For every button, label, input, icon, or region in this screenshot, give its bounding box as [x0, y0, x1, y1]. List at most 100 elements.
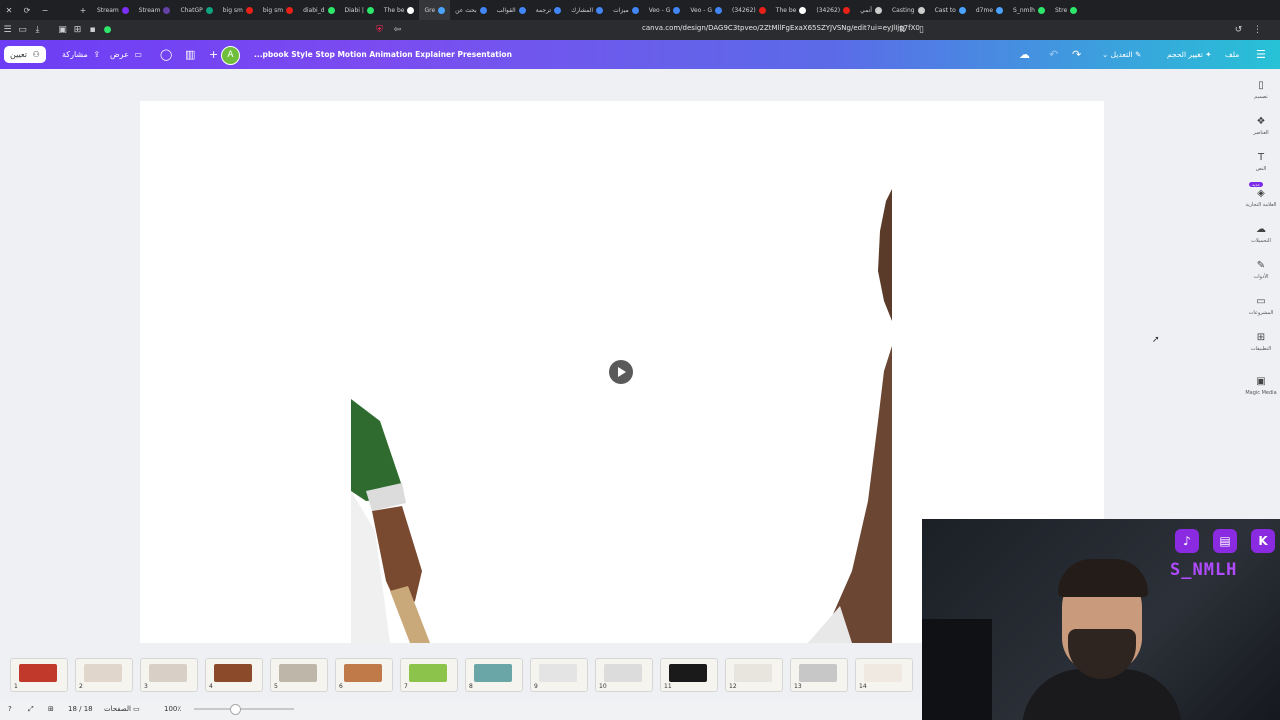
present-button[interactable]: عرض ▭: [104, 46, 148, 63]
bookmark-icon[interactable]: ▯: [914, 25, 929, 35]
fullscreen-icon[interactable]: ⤢: [28, 705, 34, 714]
browser-tab[interactable]: Stream: [92, 0, 134, 20]
thumbnail-preview: [149, 664, 187, 682]
browser-tab[interactable]: ميزات: [608, 0, 644, 20]
browser-tab[interactable]: The be: [379, 0, 420, 20]
pages-button[interactable]: الصفحات ▭: [104, 705, 140, 713]
side-panel-item[interactable]: ▯ تصميم: [1241, 80, 1280, 100]
tune-icon[interactable]: ⇅: [895, 25, 910, 35]
page-thumbnail[interactable]: 1: [10, 658, 68, 692]
page-thumbnail[interactable]: 13: [790, 658, 848, 692]
edit-mode-button[interactable]: ⌄ التعديل ✎: [1102, 50, 1141, 59]
browser-tab[interactable]: ترجمة: [531, 0, 566, 20]
sidebar-icon[interactable]: ⊞: [70, 25, 85, 35]
assign-button[interactable]: تعيين ⚇: [4, 46, 46, 63]
redo-icon[interactable]: ↷: [1072, 48, 1081, 61]
extension-icon[interactable]: ▭: [15, 25, 30, 35]
browser-tab[interactable]: The be: [771, 0, 812, 20]
share-button[interactable]: مشاركة ⇪: [56, 46, 106, 63]
thumbnail-number: 5: [274, 683, 278, 690]
side-panel-item[interactable]: ▣ Magic Media: [1241, 376, 1280, 396]
side-panel-item[interactable]: ☁ التحميلات: [1241, 224, 1280, 244]
browser-tab[interactable]: Stre: [1050, 0, 1082, 20]
hamburger-menu-icon[interactable]: ☰: [1256, 48, 1266, 61]
side-panel-item[interactable]: ✎ الأدوات: [1241, 260, 1280, 280]
browser-tab[interactable]: Casting: [887, 0, 930, 20]
back-icon[interactable]: ⇦: [390, 25, 405, 35]
side-panel-item[interactable]: ◈ جديد العلامة التجارية: [1241, 182, 1280, 208]
page-thumbnail[interactable]: 10: [595, 658, 653, 692]
zoom-level[interactable]: 100٪: [164, 705, 181, 713]
browser-tab[interactable]: S_nmlh: [1008, 0, 1050, 20]
browser-tab[interactable]: Veo - G: [685, 0, 727, 20]
side-panel-item[interactable]: ▭ المشروعات: [1241, 296, 1280, 316]
history-icon[interactable]: ↺: [1231, 25, 1246, 35]
side-panel-item[interactable]: T النص: [1241, 152, 1280, 172]
page-thumbnail[interactable]: 5: [270, 658, 328, 692]
browser-tab[interactable]: big sm: [258, 0, 298, 20]
present-icon: ▭: [134, 50, 142, 59]
page-thumbnail[interactable]: 6: [335, 658, 393, 692]
page-thumbnail[interactable]: 14: [855, 658, 913, 692]
download-icon[interactable]: ⤓: [30, 25, 45, 35]
new-tab-icon[interactable]: +: [74, 6, 92, 15]
browser-tab[interactable]: Cast to: [930, 0, 971, 20]
file-menu-button[interactable]: ملف: [1225, 50, 1239, 59]
browser-tab[interactable]: Gre: [419, 0, 451, 20]
browser-tab[interactable]: (34262): [811, 0, 855, 20]
url-field[interactable]: canva.com/design/DAG9C3tpveo/2ZtMllFgExa…: [642, 24, 920, 32]
resize-button[interactable]: تغيير الحجم ✦: [1167, 50, 1211, 59]
browser-tab-label: Stream: [138, 6, 161, 14]
browser-tab[interactable]: diabi_d: [298, 0, 339, 20]
side-panel-item[interactable]: ❖ العناصر: [1241, 116, 1280, 136]
shield-icon[interactable]: ⛨: [372, 25, 387, 35]
pin-icon[interactable]: ▪: [85, 25, 100, 35]
browser-tab[interactable]: Veo - G: [644, 0, 686, 20]
thumbnail-number: 13: [794, 683, 802, 690]
browser-tab-label: big sm: [222, 6, 243, 14]
screenshot-icon[interactable]: ▣: [55, 25, 70, 35]
minimize-icon[interactable]: −: [36, 6, 54, 15]
page-thumbnail[interactable]: 8: [465, 658, 523, 692]
browser-menu-icon[interactable]: ⋮: [1250, 25, 1265, 35]
page-thumbnail[interactable]: 11: [660, 658, 718, 692]
zoom-slider-handle[interactable]: [230, 704, 241, 715]
browser-tab[interactable]: المشارك: [566, 0, 608, 20]
browser-tab[interactable]: القوالب: [492, 0, 531, 20]
grid-view-icon[interactable]: ⊞: [48, 705, 54, 713]
browser-tab[interactable]: أنمي: [855, 0, 887, 20]
close-window-icon[interactable]: ✕: [0, 6, 18, 15]
page-thumbnail[interactable]: 4: [205, 658, 263, 692]
thumbnail-number: 2: [79, 683, 83, 690]
thumbnail-preview: [19, 664, 57, 682]
page-thumbnail[interactable]: 2: [75, 658, 133, 692]
zoom-slider-track[interactable]: [194, 708, 294, 710]
avatar[interactable]: A: [221, 46, 240, 65]
insights-icon[interactable]: ▥: [185, 48, 195, 61]
reload-icon[interactable]: ⟳: [18, 6, 36, 15]
page-thumbnail[interactable]: 3: [140, 658, 198, 692]
microphone-shape: [922, 619, 992, 720]
browser-tab[interactable]: d7me: [971, 0, 1008, 20]
browser-tab[interactable]: Diabi |: [340, 0, 379, 20]
browser-tab[interactable]: Stream: [134, 0, 176, 20]
help-icon[interactable]: ?: [8, 705, 12, 713]
menu-icon[interactable]: ☰: [0, 25, 15, 35]
document-title[interactable]: ...pbook Style Stop Motion Animation Exp…: [254, 50, 512, 59]
page-thumbnail[interactable]: 12: [725, 658, 783, 692]
person-hair: [1058, 559, 1148, 597]
page-thumbnail[interactable]: 7: [400, 658, 458, 692]
tiktok-icon: ♪: [1175, 529, 1199, 553]
undo-icon[interactable]: ↶: [1049, 48, 1058, 61]
browser-tab[interactable]: (34262): [727, 0, 771, 20]
side-panel-item[interactable]: ⊞ التطبيقات: [1241, 332, 1280, 352]
browser-tab[interactable]: big sm: [218, 0, 258, 20]
page-thumbnail[interactable]: 9: [530, 658, 588, 692]
thumbnail-preview: [214, 664, 252, 682]
browser-tab[interactable]: بحث عن: [450, 0, 492, 20]
browser-tab[interactable]: ChatGP: [175, 0, 217, 20]
play-button[interactable]: [609, 360, 633, 384]
folder-icon: ▭: [1256, 296, 1266, 307]
add-collaborator-icon[interactable]: +: [209, 48, 218, 61]
comment-icon[interactable]: ◯: [160, 48, 172, 61]
